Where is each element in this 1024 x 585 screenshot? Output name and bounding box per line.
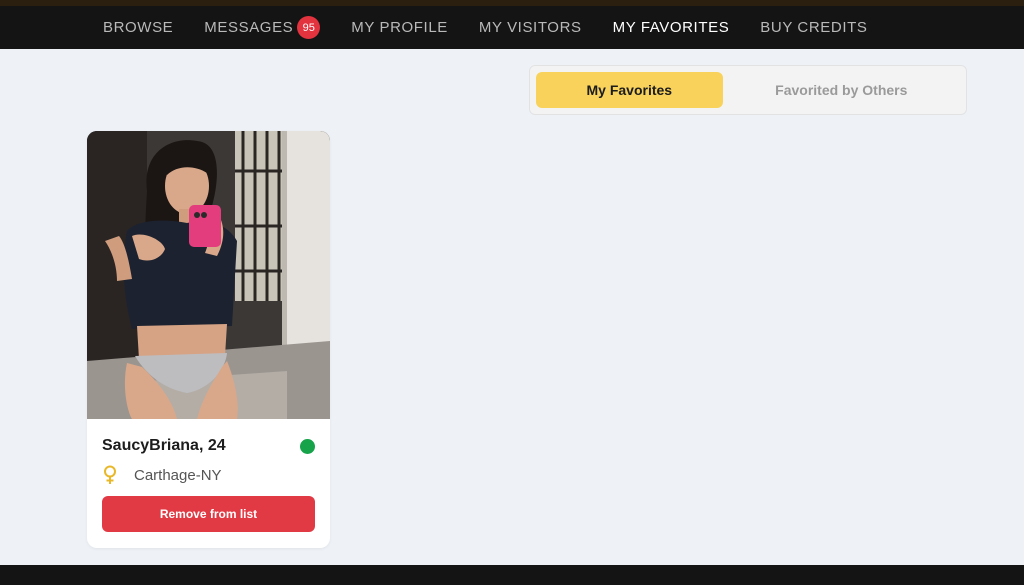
nav-my-visitors[interactable]: MY VISITORS — [479, 19, 582, 36]
tab-my-favorites[interactable]: My Favorites — [536, 72, 723, 108]
profile-card[interactable]: SaucyBriana, 24 Carthage-NY Remove from … — [87, 131, 330, 548]
profile-location: Carthage-NY — [134, 466, 222, 484]
nav-my-profile-label: MY PROFILE — [351, 19, 448, 36]
messages-count-badge: 95 — [297, 16, 321, 39]
nav-my-favorites-label: MY FAVORITES — [612, 19, 730, 36]
favorites-tab-switcher: My Favorites Favorited by Others — [529, 65, 967, 115]
nav-browse-label: BROWSE — [103, 19, 174, 36]
nav-messages[interactable]: MESSAGES 95 — [204, 16, 321, 39]
profile-photo[interactable] — [87, 131, 330, 419]
nav-my-profile[interactable]: MY PROFILE — [351, 19, 448, 36]
nav-buy-credits[interactable]: BUY CREDITS — [760, 19, 867, 36]
online-status-icon — [300, 438, 315, 454]
remove-from-list-button[interactable]: Remove from list — [102, 496, 315, 532]
profile-location-row: Carthage-NY — [102, 465, 315, 485]
nav-buy-credits-label: BUY CREDITS — [760, 19, 868, 36]
bottom-bar — [0, 565, 1024, 585]
nav-my-favorites[interactable]: MY FAVORITES — [613, 19, 730, 36]
nav-browse[interactable]: BROWSE — [103, 19, 173, 36]
tab-favorited-by-others[interactable]: Favorited by Others — [723, 72, 960, 108]
nav-my-visitors-label: MY VISITORS — [478, 19, 582, 36]
nav-messages-label: MESSAGES — [204, 19, 294, 36]
top-navbar: BROWSE MESSAGES 95 MY PROFILE MY VISITOR… — [0, 6, 1024, 49]
profile-photo-illustration — [87, 131, 330, 419]
profile-name-row: SaucyBriana, 24 — [102, 437, 315, 455]
profile-name-age[interactable]: SaucyBriana, 24 — [102, 437, 226, 455]
female-symbol-icon — [104, 465, 116, 484]
